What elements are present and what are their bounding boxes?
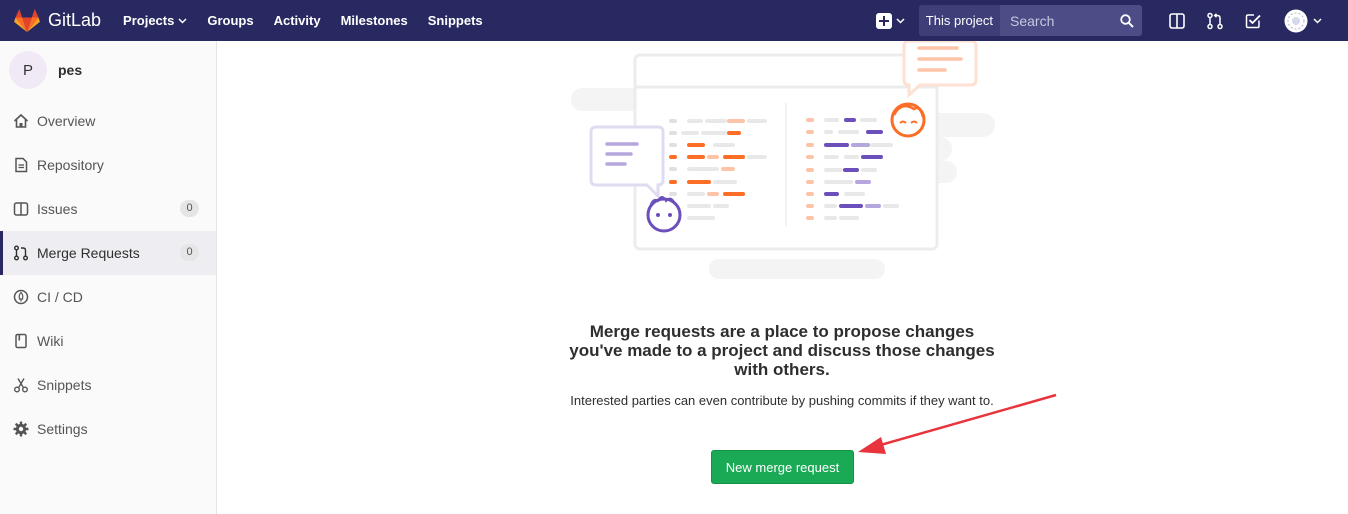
nav-groups-link[interactable]: Groups (207, 13, 253, 28)
sidebar-item-label: Repository (37, 157, 104, 173)
main-content: Merge requests are a place to propose ch… (218, 41, 1348, 514)
new-dropdown-button[interactable] (875, 12, 905, 29)
top-navbar: GitLab Projects Groups Activity Mileston… (0, 0, 1348, 41)
issues-icon[interactable] (1168, 12, 1186, 30)
sidebar-item-settings[interactable]: Settings (0, 407, 216, 451)
home-icon (13, 113, 29, 128)
new-merge-request-button[interactable]: New merge request (711, 450, 854, 484)
search-scope[interactable]: This project (918, 5, 1000, 36)
scissors-icon (14, 378, 28, 393)
nav-snippets-link[interactable]: Snippets (428, 13, 483, 28)
user-avatar (1284, 9, 1308, 32)
rocket-icon (13, 289, 29, 305)
sidebar-item-label: CI / CD (37, 289, 83, 305)
search-input[interactable] (1008, 11, 1120, 30)
sidebar-item-overview[interactable]: Overview (0, 99, 216, 143)
sidebar-item-label: Wiki (37, 333, 64, 349)
nav-milestones-link[interactable]: Milestones (341, 13, 408, 28)
merge-requests-count-badge: 0 (180, 244, 199, 261)
repository-icon (15, 157, 28, 173)
sidebar-item-label: Settings (37, 421, 88, 437)
sidebar-item-wiki[interactable]: Wiki (0, 319, 216, 363)
merge-requests-empty-illustration (571, 41, 995, 279)
sidebar-item-merge-requests[interactable]: Merge Requests 0 (0, 231, 216, 275)
issues-icon (13, 202, 29, 216)
issues-count-badge: 0 (180, 200, 199, 217)
sidebar-item-label: Merge Requests (37, 245, 140, 261)
project-header[interactable]: P pes (0, 41, 216, 99)
todo-icon[interactable] (1244, 12, 1262, 30)
chevron-down-icon (896, 17, 905, 24)
nav-links: Projects Groups Activity Milestones Snip… (123, 0, 503, 41)
sidebar-item-label: Overview (37, 113, 96, 129)
gitlab-home-link[interactable]: GitLab (14, 0, 101, 41)
search-icon[interactable] (1120, 13, 1134, 28)
nav-activity-link[interactable]: Activity (274, 13, 321, 28)
merge-request-icon[interactable] (1206, 12, 1224, 30)
sidebar-item-issues[interactable]: Issues 0 (0, 187, 216, 231)
chevron-down-icon (178, 17, 187, 24)
sidebar-item-ci-cd[interactable]: CI / CD (0, 275, 216, 319)
sidebar-item-snippets[interactable]: Snippets (0, 363, 216, 407)
nav-right: This project (875, 0, 1348, 41)
project-avatar: P (9, 51, 47, 89)
merge-request-icon (14, 245, 28, 261)
empty-state-description: Interested parties can even contribute b… (570, 393, 994, 408)
project-sidebar: P pes Overview Repository Issues 0 Merge… (0, 41, 217, 514)
brand-name: GitLab (48, 10, 102, 30)
plus-icon (875, 12, 892, 29)
sidebar-item-label: Issues (37, 201, 78, 217)
project-name: pes (58, 62, 83, 78)
sidebar-item-label: Snippets (37, 377, 92, 393)
chevron-down-icon (1313, 17, 1322, 24)
gear-icon (13, 421, 29, 437)
empty-state-title: Merge requests are a place to propose ch… (569, 322, 995, 379)
gitlab-logo-icon (14, 8, 40, 32)
user-menu-dropdown[interactable] (1284, 9, 1322, 33)
nav-projects-label: Projects (123, 13, 175, 28)
search-box (1000, 5, 1142, 36)
sidebar-item-repository[interactable]: Repository (0, 143, 216, 187)
nav-projects-dropdown[interactable]: Projects (123, 13, 187, 28)
book-icon (15, 333, 27, 349)
